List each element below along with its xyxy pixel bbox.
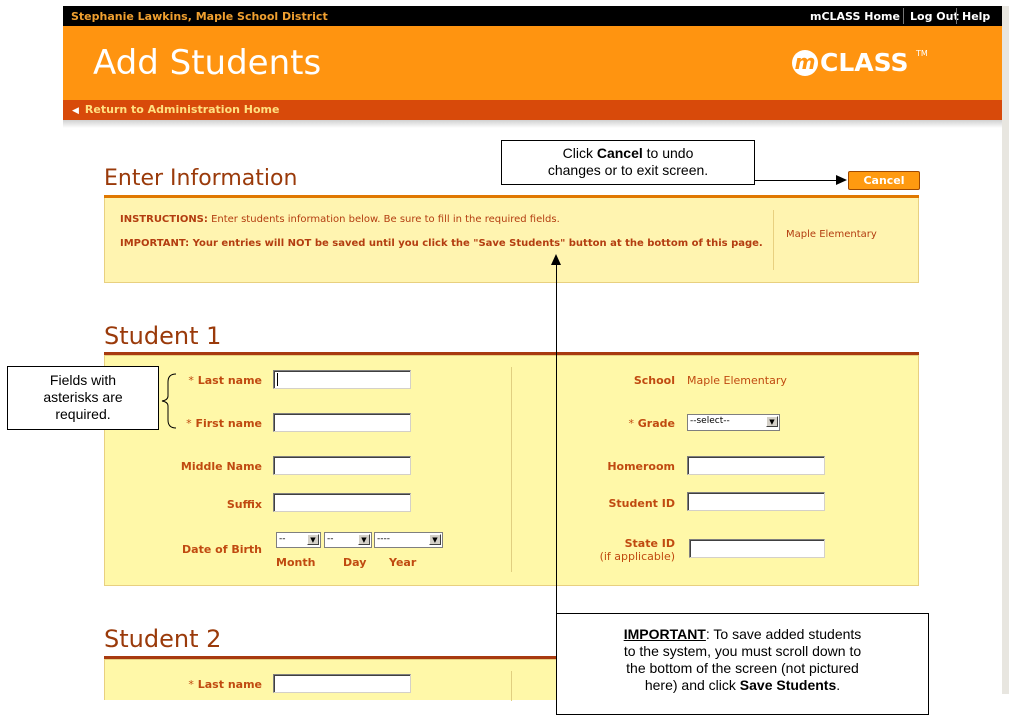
important-notice: IMPORTANT: Your entries will NOT be save… — [120, 238, 763, 249]
return-admin-link[interactable]: ◀ Return to Administration Home — [72, 103, 279, 116]
state-id-input[interactable] — [689, 539, 825, 558]
last-name-label: * Last name — [188, 374, 262, 387]
grade-select[interactable]: --select-- ▼ — [687, 414, 780, 431]
birth-day-select[interactable]: -- ▼ — [324, 532, 372, 548]
student-1-heading: Student 1 — [104, 322, 222, 350]
dropdown-arrow-icon: ▼ — [429, 534, 441, 545]
cancel-button[interactable]: Cancel — [848, 171, 920, 190]
required-asterisk: * — [188, 678, 194, 691]
required-asterisk: * — [628, 417, 634, 430]
user-info: Stephanie Lawkins, Maple School District — [71, 10, 328, 23]
grade-label: * Grade — [628, 417, 675, 430]
shadow-divider — [63, 120, 1002, 128]
dropdown-arrow-icon: ▼ — [358, 534, 370, 545]
first-name-label: * First name — [186, 417, 262, 430]
date-of-birth-label: Date of Birth — [182, 543, 262, 556]
last-name-input[interactable] — [273, 674, 411, 693]
birth-month-select[interactable]: -- ▼ — [276, 532, 321, 548]
return-link-label: Return to Administration Home — [84, 103, 280, 116]
instructions-text: INSTRUCTIONS: Enter students information… — [120, 214, 560, 225]
instructions-label: INSTRUCTIONS: — [120, 214, 208, 225]
school-name: Maple Elementary — [786, 229, 877, 240]
logo-m-icon: m — [792, 50, 818, 76]
arrow-right-icon — [836, 175, 847, 185]
state-id-sublabel: (if applicable) — [599, 550, 675, 563]
log-out-link[interactable]: Log Out — [910, 10, 959, 23]
logo-text: CLASS — [820, 48, 909, 77]
middle-name-input[interactable] — [273, 456, 411, 475]
month-label: Month — [276, 556, 316, 569]
school-value: Maple Elementary — [687, 374, 787, 387]
enter-information-heading: Enter Information — [104, 166, 298, 191]
suffix-input[interactable] — [273, 493, 411, 512]
student-id-input[interactable] — [687, 492, 825, 511]
vertical-scrollbar[interactable] — [1002, 6, 1009, 694]
year-label: Year — [389, 556, 417, 569]
birth-year-select[interactable]: ---- ▼ — [374, 532, 443, 548]
divider — [511, 671, 512, 701]
triangle-left-icon: ◀ — [72, 106, 79, 116]
homeroom-label: Homeroom — [607, 460, 675, 473]
callout-arrow-line — [755, 180, 837, 181]
important-callout: IMPORTANT: To save added students to the… — [556, 613, 929, 715]
logo-tm: TM — [916, 49, 928, 58]
dropdown-arrow-icon: ▼ — [766, 416, 778, 427]
arrow-up-icon — [551, 254, 561, 265]
state-id-label: State ID — [624, 537, 675, 550]
callout-arrow-line — [556, 262, 557, 613]
instructions-body: Enter students information below. Be sur… — [211, 214, 560, 225]
school-label: School — [633, 374, 675, 387]
homeroom-input[interactable] — [687, 456, 825, 475]
divider — [903, 8, 904, 24]
first-name-input[interactable] — [273, 413, 411, 432]
help-link[interactable]: Help — [962, 10, 990, 23]
divider — [511, 367, 512, 572]
cancel-callout: Click Cancel to undo changes or to exit … — [501, 140, 755, 185]
middle-name-label: Middle Name — [180, 460, 262, 473]
student-id-label: Student ID — [608, 497, 676, 510]
dropdown-arrow-icon: ▼ — [307, 534, 319, 545]
required-asterisk: * — [186, 417, 192, 430]
bracket-icon — [161, 373, 177, 429]
page-title: Add Students — [93, 43, 322, 83]
asterisk-callout: Fields with asterisks are required. — [7, 366, 159, 430]
text-cursor — [277, 373, 278, 386]
last-name-label: * Last name — [188, 678, 262, 691]
student-2-heading: Student 2 — [104, 625, 222, 653]
last-name-input[interactable] — [273, 370, 411, 389]
divider — [773, 210, 774, 270]
divider — [956, 8, 957, 24]
day-label: Day — [343, 556, 367, 569]
mclass-home-link[interactable]: mCLASS Home — [810, 10, 900, 23]
suffix-label: Suffix — [226, 498, 262, 511]
required-asterisk: * — [188, 374, 194, 387]
